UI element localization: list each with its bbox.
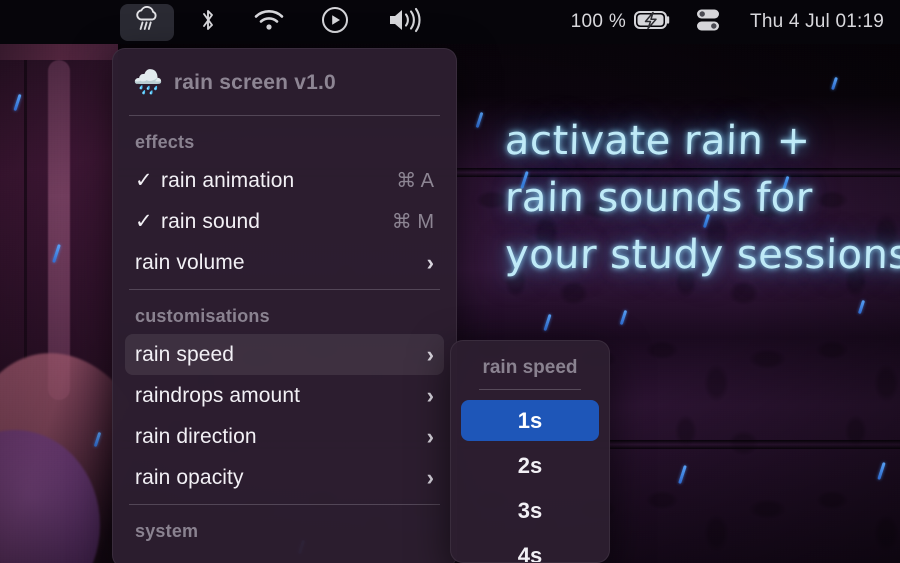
chevron-right-icon: ›	[426, 423, 434, 449]
menubar-item-wifi[interactable]	[252, 8, 286, 36]
menu-divider-3	[129, 504, 440, 505]
menu-item-label: rain opacity	[135, 465, 244, 489]
section-label-customisations: customisations	[135, 306, 270, 326]
macos-menu-bar: 100 % Thu 4 Jul 01:19	[0, 0, 900, 44]
chevron-right-icon: ›	[426, 382, 434, 408]
battery-charging-icon	[634, 9, 672, 36]
menubar-clock[interactable]: Thu 4 Jul 01:19	[750, 11, 900, 33]
chevron-right-icon: ›	[426, 341, 434, 367]
menu-item-rain-opacity[interactable]: rain opacity ›	[125, 457, 444, 498]
menu-divider-2	[129, 289, 440, 290]
menu-item-rain-sound[interactable]: ✓ rain sound ⌘ M	[125, 201, 444, 242]
checkmark-icon: ✓	[135, 210, 153, 233]
wifi-icon	[254, 8, 284, 37]
submenu-option-3s[interactable]: 3s	[461, 490, 599, 531]
screen: 100 % Thu 4 Jul 01:19 🌧️ rain screen v1.…	[0, 0, 900, 563]
rain-screen-menu-panel: 🌧️ rain screen v1.0 effects ✓ rain anima…	[112, 48, 457, 563]
section-label-system: system	[135, 521, 199, 541]
submenu-option-2s[interactable]: 2s	[461, 445, 599, 486]
menu-item-label: rain speed	[135, 342, 235, 366]
annotation-line-3: your study sessions	[504, 231, 900, 278]
menu-item-rain-animation[interactable]: ✓ rain animation ⌘ A	[125, 160, 444, 201]
menu-item-label: rain volume	[135, 250, 245, 274]
battery-percent-label: 100 %	[570, 11, 627, 32]
menubar-right-group: 100 % Thu 4 Jul 01:19	[571, 0, 900, 44]
menu-item-raindrops-amount[interactable]: raindrops amount ›	[125, 375, 444, 416]
speaker-wave-icon	[386, 7, 424, 38]
submenu-option-1s[interactable]: 1s	[461, 400, 599, 441]
menubar-item-volume[interactable]	[385, 7, 425, 38]
menu-item-rain-direction[interactable]: rain direction ›	[125, 416, 444, 457]
menu-item-label: rain animation	[161, 168, 295, 192]
handwritten-annotation: activate rain + rain sounds for your stu…	[504, 113, 900, 283]
shortcut-label: ⌘ M	[391, 211, 434, 233]
menubar-item-control-center[interactable]	[694, 7, 750, 38]
menu-item-rain-speed[interactable]: rain speed ›	[125, 334, 444, 375]
rain-cloud-icon	[132, 6, 162, 39]
submenu-title: rain speed	[482, 357, 578, 378]
menu-header: 🌧️ rain screen v1.0	[125, 57, 444, 109]
menu-item-label: raindrops amount	[135, 383, 301, 407]
menu-item-label: rain sound	[161, 209, 261, 233]
control-center-icon	[694, 9, 722, 37]
submenu-option-label: 1s	[517, 407, 543, 433]
rain-cloud-emoji-icon: 🌧️	[133, 69, 163, 96]
annotation-line-2: rain sounds for	[504, 174, 814, 221]
menubar-item-rain-screen[interactable]	[120, 4, 174, 41]
menu-divider-1	[129, 115, 440, 116]
submenu-option-4s[interactable]: 4s	[461, 535, 599, 563]
clock-label: Thu 4 Jul 01:19	[750, 11, 884, 32]
annotation-line-1: activate rain +	[504, 118, 812, 164]
bluetooth-icon	[199, 6, 217, 39]
menubar-item-now-playing[interactable]	[320, 6, 350, 39]
menubar-item-battery[interactable]: 100 %	[571, 9, 694, 36]
menubar-item-bluetooth[interactable]	[193, 7, 223, 37]
chevron-right-icon: ›	[426, 249, 434, 275]
submenu-option-label: 4s	[517, 542, 543, 563]
shortcut-label: ⌘ A	[396, 170, 434, 192]
section-label-effects: effects	[135, 132, 195, 152]
chevron-right-icon: ›	[426, 464, 434, 490]
rain-speed-submenu: rain speed 1s 2s 3s 4s	[450, 340, 610, 563]
menu-title: rain screen v1.0	[173, 71, 336, 94]
checkmark-icon: ✓	[135, 169, 153, 192]
menu-item-rain-volume[interactable]: rain volume ›	[125, 242, 444, 283]
menu-item-label: rain direction	[135, 424, 257, 448]
submenu-divider	[479, 389, 581, 390]
play-circle-icon	[321, 6, 349, 39]
submenu-option-label: 2s	[517, 452, 543, 478]
submenu-option-label: 3s	[517, 497, 543, 523]
